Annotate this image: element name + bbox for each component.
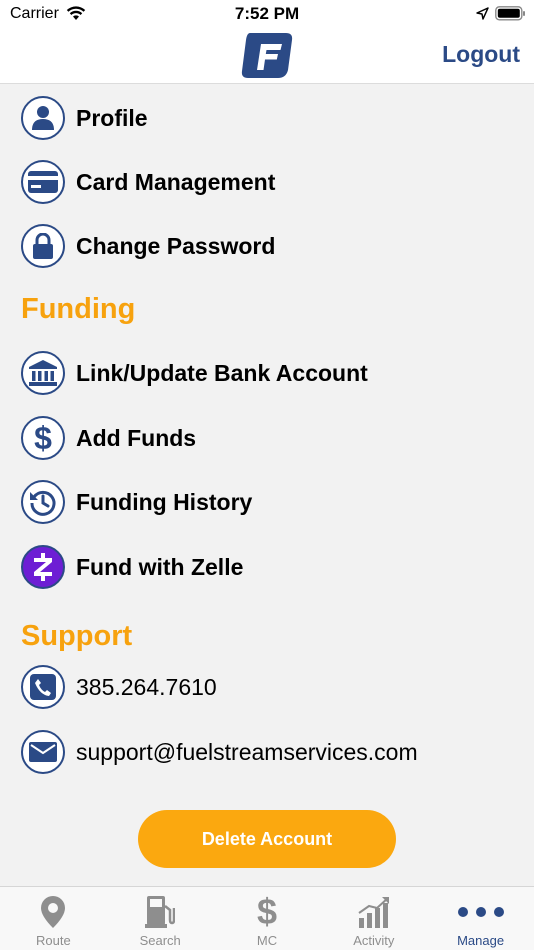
tab-mc[interactable]: $ MC [214, 887, 321, 950]
link-bank-account-label: Link/Update Bank Account [76, 359, 368, 386]
fuelstream-logo-icon [241, 33, 293, 78]
support-email-label: support@fuelstreamservices.com [76, 738, 418, 765]
profile-row[interactable]: Profile [21, 96, 521, 140]
change-password-row[interactable]: Change Password [21, 224, 521, 268]
lock-icon [21, 224, 65, 268]
funding-section-title: Funding [21, 293, 136, 325]
person-icon [21, 96, 65, 140]
tab-activity[interactable]: Activity [320, 887, 427, 950]
bank-icon [21, 351, 65, 395]
tab-mc-label: MC [256, 933, 278, 948]
credit-card-icon [21, 160, 65, 204]
funding-history-label: Funding History [76, 488, 253, 515]
add-funds-row[interactable]: $ Add Funds [21, 416, 521, 460]
fuel-pump-icon [145, 895, 176, 929]
add-funds-label: Add Funds [76, 424, 197, 451]
svg-text:$: $ [34, 422, 52, 454]
phone-icon [21, 665, 65, 709]
logout-button[interactable]: Logout [442, 41, 520, 68]
profile-label: Profile [76, 104, 148, 131]
location-arrow-icon [476, 7, 489, 20]
fund-with-zelle-label: Fund with Zelle [76, 553, 244, 580]
delete-account-button[interactable]: Delete Account [138, 810, 396, 868]
funding-history-row[interactable]: Funding History [21, 480, 521, 524]
support-phone-label: 385.264.7610 [76, 673, 217, 700]
support-section-title: Support [21, 620, 133, 652]
tab-manage[interactable]: Manage [427, 887, 534, 950]
map-pin-icon [40, 895, 66, 929]
tab-route[interactable]: Route [0, 887, 107, 950]
fund-with-zelle-row[interactable]: Fund with Zelle [21, 545, 521, 589]
tab-activity-label: Activity [353, 933, 395, 948]
bar-chart-icon [358, 895, 390, 929]
card-management-row[interactable]: Card Management [21, 160, 521, 204]
dollar-sign-icon: $ [255, 895, 279, 929]
history-icon [21, 480, 65, 524]
support-phone-row[interactable]: 385.264.7610 [21, 665, 521, 709]
mail-icon [21, 730, 65, 774]
tab-manage-label: Manage [457, 933, 505, 948]
tab-search[interactable]: Search [107, 887, 214, 950]
status-time: 7:52 PM [234, 4, 300, 23]
zelle-icon [21, 545, 65, 589]
tab-bar: Route Search $ MC Activity Manage [0, 886, 534, 950]
link-bank-account-row[interactable]: Link/Update Bank Account [21, 351, 521, 395]
status-bar: Carrier 7:52 PM [0, 0, 534, 28]
tab-search-label: Search [139, 933, 181, 948]
dollar-icon: $ [21, 416, 65, 460]
support-email-row[interactable]: support@fuelstreamservices.com [21, 730, 521, 774]
battery-icon [495, 6, 525, 21]
more-dots-icon [457, 895, 505, 929]
tab-route-label: Route [36, 933, 71, 948]
card-management-label: Card Management [76, 168, 276, 195]
navigation-bar: Logout [0, 28, 534, 84]
svg-text:$: $ [257, 895, 277, 929]
change-password-label: Change Password [76, 232, 276, 259]
